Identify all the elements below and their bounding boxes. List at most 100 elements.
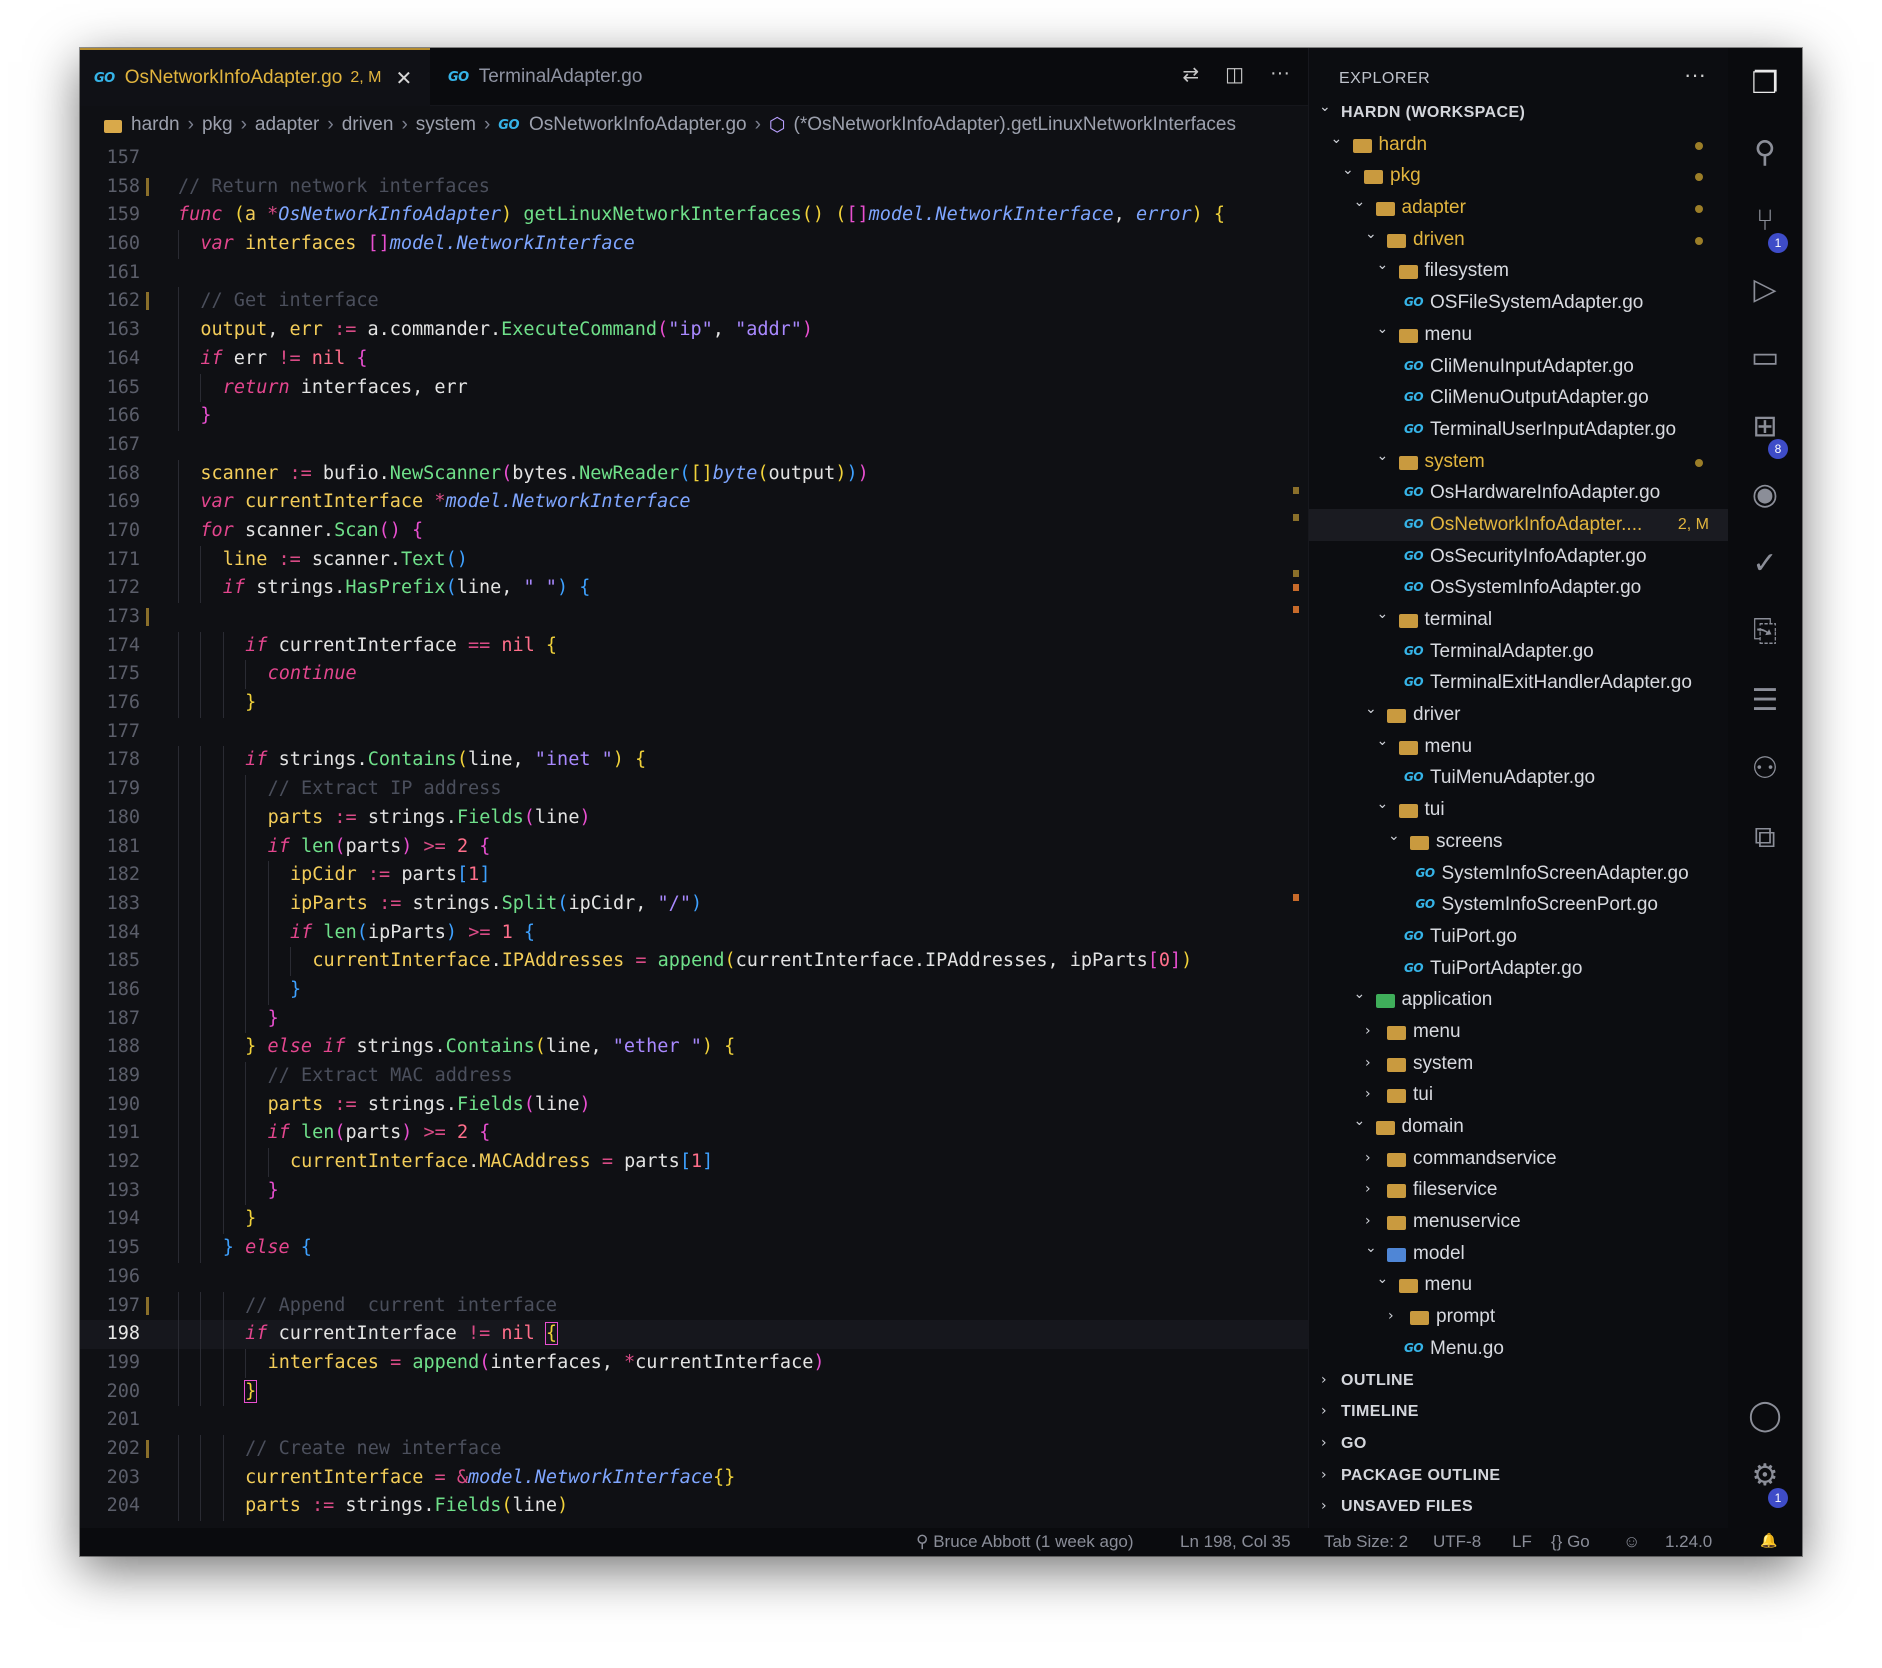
tree-folder[interactable]: ⌄ domain [1309,1111,1729,1143]
chevron-right-icon[interactable]: › [1321,1365,1327,1397]
code-line[interactable]: 186} [80,976,1308,1005]
tree-folder[interactable]: › prompt [1309,1301,1729,1333]
code-line[interactable]: 192 currentInterface.MACAddress = parts[1… [80,1148,1308,1177]
testing-icon[interactable]: ✓ [1728,546,1802,581]
chevron-down-icon[interactable]: ⌄ [1377,250,1389,282]
tree-file[interactable]: GO TuiPort.go [1309,921,1729,953]
code-line[interactable]: 171 line := scanner.Text() [80,546,1308,575]
tree-file[interactable]: GO SystemInfoScreenAdapter.go [1309,858,1729,890]
code-line[interactable]: 194} [80,1205,1308,1234]
git-blame[interactable]: ⚲ Bruce Abbott (1 week ago) [916,1532,1134,1552]
chevron-down-icon[interactable]: ⌄ [1377,789,1389,821]
chevron-right-icon[interactable]: › [1388,1301,1394,1333]
tab-size[interactable]: Tab Size: 2 [1324,1532,1408,1552]
chevron-down-icon[interactable]: ⌄ [1331,124,1343,156]
code-line[interactable]: 196 [80,1263,1308,1292]
tree-folder[interactable]: ⌄ menu [1309,1269,1729,1301]
breadcrumb-item[interactable]: OsNetworkInfoAdapter.go [529,114,747,136]
tree-folder[interactable]: ⌄ hardn [1309,129,1729,161]
code-line[interactable]: 200} [80,1378,1308,1407]
chevron-down-icon[interactable]: ⌄ [1354,979,1366,1011]
tree-file[interactable]: GO OsSystemInfoAdapter.go [1309,572,1729,604]
manage-gear-icon[interactable]: ⚙ [1728,1458,1802,1493]
tree-file[interactable]: GO OsSecurityInfoAdapter.go [1309,541,1729,573]
tree-folder[interactable]: ⌄ tui [1309,794,1729,826]
tree-folder[interactable]: ⌄ system [1309,446,1729,478]
code-line[interactable]: 193} [80,1177,1308,1206]
sidebar-section-unsaved-files[interactable]: › UNSAVED FILES [1309,1491,1729,1523]
tree-folder[interactable]: ⌄ driven [1309,224,1729,256]
chevron-down-icon[interactable]: ⌄ [1388,821,1400,853]
code-line[interactable]: 162 // Get interface [80,287,1308,316]
tree-file[interactable]: GO SystemInfoScreenPort.go [1309,889,1729,921]
code-line[interactable]: 159 func (a *OsNetworkInfoAdapter) getLin… [80,201,1308,230]
tree-file[interactable]: GO TuiMenuAdapter.go [1309,762,1729,794]
code-line[interactable]: 163 output, err := a.commander.ExecuteCom… [80,316,1308,345]
tree-file[interactable]: GO CliMenuInputAdapter.go [1309,351,1729,383]
diagram-icon[interactable]: ⧉ [1728,820,1802,855]
chevron-down-icon[interactable]: ⌄ [1365,1233,1377,1265]
chevron-right-icon[interactable]: › [1365,1079,1371,1111]
language-mode[interactable]: {} Go [1551,1532,1590,1552]
code-line[interactable]: 160 var interfaces []model.NetworkInterfa… [80,230,1308,259]
git-compare-icon[interactable]: ⇄ [1182,62,1199,87]
chevron-down-icon[interactable]: ⌄ [1365,219,1377,251]
more-actions-icon[interactable]: ··· [1684,62,1706,88]
tree-file[interactable]: GO TerminalUserInputAdapter.go [1309,414,1729,446]
code-line[interactable]: 177 [80,718,1308,747]
copilot-icon[interactable]: ☺ [1623,1532,1640,1552]
code-line[interactable]: 178 if strings.Contains(line, "inet ") { [80,746,1308,775]
encoding[interactable]: UTF-8 [1433,1532,1481,1552]
tree-workspace-root[interactable]: ⌄ HARDN (WORKSPACE) [1309,97,1729,129]
code-line[interactable]: 157 [80,144,1308,173]
breadcrumb-item[interactable]: adapter [255,114,319,136]
explorer-icon[interactable]: ❐ [1728,66,1802,101]
code-line[interactable]: 166} [80,402,1308,431]
code-line[interactable]: 190 parts := strings.Fields(line) [80,1091,1308,1120]
tree-folder[interactable]: ⌄ application [1309,984,1729,1016]
code-line[interactable]: 169 var currentInterface *model.NetworkIn… [80,488,1308,517]
breadcrumb-item[interactable]: system [416,114,476,136]
tree-folder[interactable]: ⌄ filesystem [1309,255,1729,287]
code-line[interactable]: 201 [80,1406,1308,1435]
code-line[interactable]: 174 if currentInterface == nil { [80,632,1308,661]
code-line[interactable]: 181 if len(parts) >= 2 { [80,833,1308,862]
code-line[interactable]: 180 parts := strings.Fields(line) [80,804,1308,833]
tree-folder[interactable]: › fileservice [1309,1174,1729,1206]
timeline-icon[interactable]: ⎘ [1728,614,1802,649]
bell-icon[interactable]: 🔔 [1760,1532,1777,1549]
code-line[interactable]: 182 ipCidr := parts[1] [80,861,1308,890]
sidebar-section-go[interactable]: › GO [1309,1428,1729,1460]
code-line[interactable]: 185 currentInterface.IPAddresses = append… [80,947,1308,976]
remote-explorer-icon[interactable]: ▭ [1728,340,1802,375]
code-line[interactable]: 158 // Return network interfaces [80,173,1308,202]
outline-icon[interactable]: ☰ [1728,683,1802,718]
breadcrumb-item[interactable]: (*OsNetworkInfoAdapter).getLinuxNetworkI… [794,114,1236,136]
tree-folder[interactable]: ⌄ menu [1309,731,1729,763]
code-line[interactable]: 187} [80,1005,1308,1034]
split-editor-icon[interactable]: ◫ [1225,62,1244,87]
code-line[interactable]: 188} else if strings.Contains(line, "eth… [80,1033,1308,1062]
sidebar-section-outline[interactable]: › OUTLINE [1309,1365,1729,1397]
chevron-down-icon[interactable]: ⌄ [1342,155,1354,187]
chevron-right-icon[interactable]: › [1321,1396,1327,1428]
spotify-icon[interactable]: ◉ [1728,477,1802,512]
code-line[interactable]: 204 parts := strings.Fields(line) [80,1492,1308,1521]
code-line[interactable]: 179 // Extract IP address [80,775,1308,804]
tree-folder[interactable]: ⌄ model [1309,1238,1729,1270]
tab-osnetworkinfoadapter[interactable]: GO OsNetworkInfoAdapter.go 2, M ✕ [80,48,430,106]
tree-folder[interactable]: ⌄ menu [1309,319,1729,351]
code-line[interactable]: 199 interfaces = append(interfaces, *curr… [80,1349,1308,1378]
chevron-right-icon[interactable]: › [1321,1460,1327,1492]
code-line[interactable]: 165 return interfaces, err [80,374,1308,403]
chevron-down-icon[interactable]: ⌄ [1377,599,1389,631]
sidebar-section-package-outline[interactable]: › PACKAGE OUTLINE [1309,1460,1729,1492]
breadcrumb-item[interactable]: pkg [202,114,233,136]
tree-file[interactable]: GO OSFileSystemAdapter.go [1309,287,1729,319]
breadcrumb-item[interactable]: driven [342,114,394,136]
tab-terminaladapter[interactable]: GO TerminalAdapter.go [430,48,680,106]
extensions-icon[interactable]: ⊞ [1728,409,1802,444]
eol[interactable]: LF [1512,1532,1532,1552]
code-line[interactable]: 184 if len(ipParts) >= 1 { [80,919,1308,948]
code-line[interactable]: 191 if len(parts) >= 2 { [80,1119,1308,1148]
